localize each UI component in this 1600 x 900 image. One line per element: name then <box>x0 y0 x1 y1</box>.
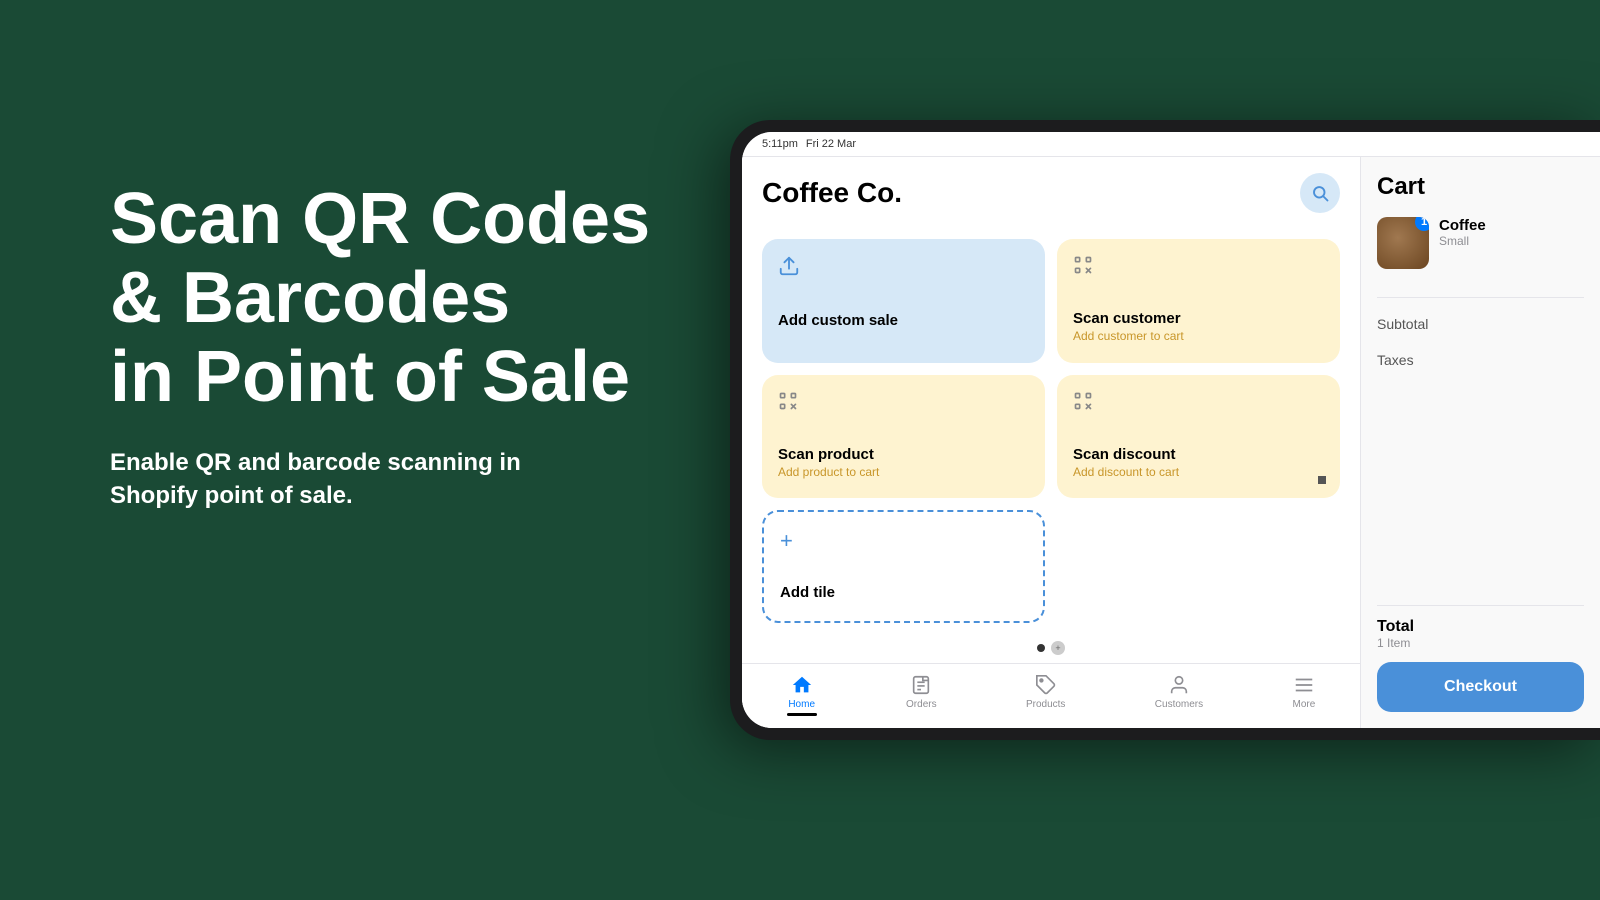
main-heading: Scan QR Codes & Barcodes in Point of Sal… <box>110 180 690 418</box>
tile-scan-product-label: Scan product <box>778 446 1029 463</box>
pagination-dot-1 <box>1037 644 1045 652</box>
cart-total-label: Total <box>1377 618 1584 636</box>
upload-icon <box>778 255 1029 282</box>
cart-item-info: Coffee Small <box>1439 217 1486 248</box>
left-panel: Scan QR Codes & Barcodes in Point of Sal… <box>110 180 690 513</box>
device-frame: 5:11pm Fri 22 Mar Coffee Co. <box>730 120 1600 740</box>
nav-item-home[interactable]: Home <box>787 674 817 716</box>
cart-item-variant: Small <box>1439 234 1486 248</box>
tile-indicator-dot <box>1318 476 1326 484</box>
products-icon <box>1035 674 1057 696</box>
add-tile-icon: + <box>780 528 1027 554</box>
pagination: + <box>742 633 1360 663</box>
cart-item: 1 Coffee Small <box>1377 217 1584 269</box>
customers-icon <box>1168 674 1190 696</box>
tile-scan-customer-sublabel: Add customer to cart <box>1073 329 1324 343</box>
nav-item-customers[interactable]: Customers <box>1155 674 1203 716</box>
tile-scan-customer[interactable]: Scan customer Add customer to cart <box>1057 239 1340 363</box>
app-area: Coffee Co. <box>742 157 1600 728</box>
cart-total-section: Total 1 Item <box>1377 605 1584 650</box>
cart-title: Cart <box>1377 173 1584 201</box>
cart-item-name: Coffee <box>1439 217 1486 234</box>
scan-customer-icon <box>1073 255 1324 280</box>
status-bar: 5:11pm Fri 22 Mar <box>742 132 1600 157</box>
home-icon <box>791 674 813 696</box>
checkout-button[interactable]: Checkout <box>1377 662 1584 712</box>
orders-icon <box>910 674 932 696</box>
subtotal-label: Subtotal <box>1377 316 1428 332</box>
nav-label-home: Home <box>788 699 815 710</box>
more-icon <box>1293 674 1315 696</box>
heading-line1: Scan QR Codes <box>110 179 650 259</box>
cart-total-items: 1 Item <box>1377 636 1584 650</box>
sub-heading: Enable QR and barcode scanning in Shopif… <box>110 446 690 513</box>
cart-panel: Cart 1 Coffee Small Subtotal <box>1360 157 1600 728</box>
status-date: Fri 22 Mar <box>806 138 856 150</box>
nav-label-products: Products <box>1026 699 1065 710</box>
heading-line3: in Point of Sale <box>110 337 630 417</box>
heading-line2: & Barcodes <box>110 258 510 338</box>
nav-item-more[interactable]: More <box>1293 674 1316 716</box>
tile-add-custom-sale[interactable]: Add custom sale <box>762 239 1045 363</box>
cart-taxes-row: Taxes <box>1377 342 1584 378</box>
pagination-add[interactable]: + <box>1051 641 1065 655</box>
nav-home-indicator <box>787 713 817 716</box>
subheading-line1: Enable QR and barcode scanning in <box>110 449 521 476</box>
tile-add-tile[interactable]: + Add tile <box>762 510 1045 623</box>
scan-product-icon <box>778 391 1029 416</box>
tile-scan-product[interactable]: Scan product Add product to cart <box>762 375 1045 499</box>
subheading-line2: Shopify point of sale. <box>110 482 353 509</box>
bottom-nav: Home Orders <box>742 663 1360 728</box>
cart-subtotal-row: Subtotal <box>1377 306 1584 342</box>
tile-scan-discount[interactable]: Scan discount Add discount to cart <box>1057 375 1340 499</box>
cart-item-image: 1 <box>1377 217 1429 269</box>
pos-header: Coffee Co. <box>742 157 1360 229</box>
tile-scan-discount-label: Scan discount <box>1073 446 1324 463</box>
add-tile-label: Add tile <box>780 584 1027 601</box>
tile-scan-customer-label: Scan customer <box>1073 310 1324 327</box>
nav-item-products[interactable]: Products <box>1026 674 1065 716</box>
pos-title: Coffee Co. <box>762 177 902 209</box>
search-button[interactable] <box>1300 173 1340 213</box>
tile-scan-product-sublabel: Add product to cart <box>778 465 1029 479</box>
scan-discount-icon <box>1073 391 1324 416</box>
cart-divider-1 <box>1377 297 1584 298</box>
status-time: 5:11pm <box>762 138 798 150</box>
tile-scan-discount-sublabel: Add discount to cart <box>1073 465 1324 479</box>
nav-item-orders[interactable]: Orders <box>906 674 937 716</box>
tiles-grid: Add custom sale <box>742 229 1360 633</box>
cart-spacer <box>1377 378 1584 605</box>
search-icon <box>1311 184 1329 202</box>
nav-label-orders: Orders <box>906 699 937 710</box>
nav-label-more: More <box>1293 699 1316 710</box>
tile-add-custom-sale-label: Add custom sale <box>778 312 1029 329</box>
nav-label-customers: Customers <box>1155 699 1203 710</box>
taxes-label: Taxes <box>1377 352 1414 368</box>
device-inner: 5:11pm Fri 22 Mar Coffee Co. <box>742 132 1600 728</box>
pos-panel: Coffee Co. <box>742 157 1360 728</box>
